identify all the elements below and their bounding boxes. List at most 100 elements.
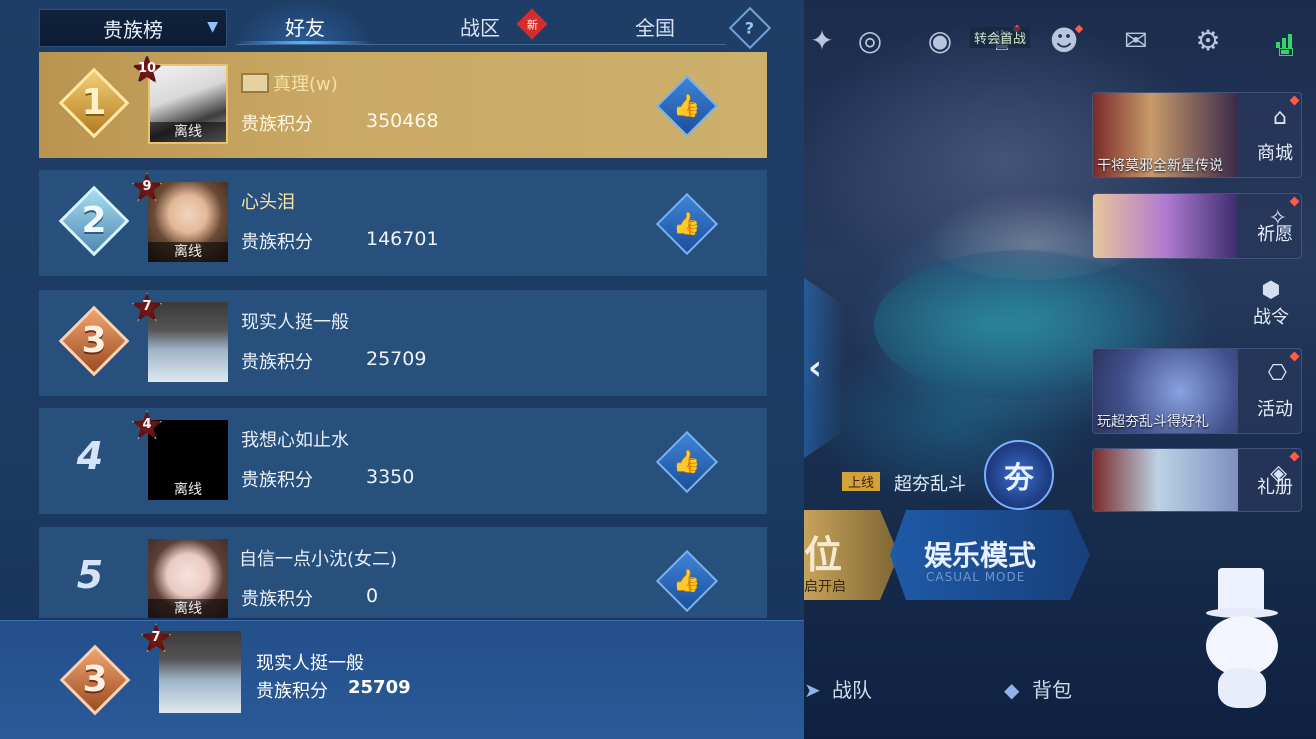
promo-label: 商城 <box>1257 143 1293 164</box>
bag-label: 背包 <box>1032 678 1072 702</box>
ranked-title: 位 <box>804 533 843 577</box>
promo-shop[interactable]: ⌂ 商城 干将莫邪全新星传说 <box>1092 92 1302 178</box>
player-name: 我想心如止水 <box>241 430 349 451</box>
transfer-tag: 转会首战 <box>970 27 1031 48</box>
casual-title: 娱乐模式 <box>924 539 1037 572</box>
avatar[interactable]: 离线 <box>148 539 228 618</box>
noble-level-badge: 10 <box>127 54 167 88</box>
like-button[interactable]: 👍 <box>655 192 719 256</box>
promo-event[interactable]: ⎔ 活动 玩超夯乱斗得好礼 <box>1092 348 1302 434</box>
mode-emblem[interactable]: 夯 <box>984 440 1054 510</box>
leaderboard-tabs: 贵族榜 ▼ 好友 战区 新 全国 ? <box>0 0 804 50</box>
bag-button[interactable]: ◆ 背包 <box>1004 674 1072 703</box>
like-button[interactable]: 👍 <box>655 74 719 138</box>
target-icon[interactable]: ◎ <box>852 22 888 58</box>
help-mark: ? <box>745 18 755 38</box>
new-badge-text: 新 <box>526 18 538 31</box>
leaderboard-panel: 贵族榜 ▼ 好友 战区 新 全国 ? 1 离线 10 真理(w) 贵族积分 35… <box>0 0 804 739</box>
noble-level: 9 <box>142 179 152 194</box>
score-label: 贵族积分 <box>241 114 313 135</box>
promo-art <box>1093 449 1238 511</box>
score-label: 贵族积分 <box>241 352 313 373</box>
list-item[interactable]: 3 7 现实人挺一般 贵族积分 25709 <box>39 290 767 396</box>
rank-medal-bronze: 3 <box>59 644 131 721</box>
top-icon-bar: ✦ ◎ ◉ ♛ ☻ ✉ ⚙ 转会首战 <box>804 22 1316 62</box>
settings-gear-icon[interactable]: ⚙ <box>1190 22 1226 58</box>
list-item[interactable]: 1 离线 10 真理(w) 贵族积分 350468 👍 <box>39 52 767 158</box>
score-value: 0 <box>366 585 379 607</box>
tab-national[interactable]: 全国 <box>600 12 710 41</box>
notification-dot <box>1289 351 1300 362</box>
team-icon: ➤ <box>804 678 821 702</box>
noble-level-badge: 9 <box>127 172 167 206</box>
thumbs-up-icon: 👍 <box>673 211 701 237</box>
noble-level-badge: 7 <box>136 623 176 657</box>
score-value: 3350 <box>366 466 415 488</box>
noble-level-badge: 4 <box>127 410 167 444</box>
score-value: 25709 <box>366 348 427 370</box>
promo-label: 礼册 <box>1257 477 1293 498</box>
shop-icon: ⌂ <box>1273 105 1287 130</box>
promo-gift-book[interactable]: ◈ 礼册 <box>1092 448 1302 512</box>
rank-number: 5 <box>76 553 104 597</box>
promo-caption: 玩超夯乱斗得好礼 <box>1097 414 1209 430</box>
rank-wing-icon[interactable]: ✦ <box>804 22 840 58</box>
my-rank-row: 3 7 现实人挺一般 贵族积分 25709 <box>0 620 804 739</box>
offline-label: 离线 <box>148 242 228 262</box>
offline-label: 离线 <box>150 122 226 142</box>
leaderboard-list[interactable]: 1 离线 10 真理(w) 贵族积分 350468 👍 2 离线 9 心头泪 贵… <box>39 52 767 618</box>
player-name: 现实人挺一般 <box>241 312 349 333</box>
ranked-mode-button[interactable]: 位 启开启 <box>804 510 899 600</box>
battery-icon <box>1279 48 1293 56</box>
notification-dot <box>1289 95 1300 106</box>
list-item[interactable]: 5 离线 自信一点小沈(女二) 贵族积分 0 👍 <box>39 527 767 618</box>
score-label: 贵族积分 <box>241 589 313 610</box>
player-name: 自信一点小沈(女二) <box>239 549 398 570</box>
battle-pass-button[interactable]: ⬢ 战令 <box>1236 278 1306 338</box>
score-value: 146701 <box>366 228 439 250</box>
score-label: 贵族积分 <box>241 470 313 491</box>
promo-wish[interactable]: ✧ 祈愿 <box>1092 193 1302 259</box>
mode-name: 超夯乱斗 <box>894 474 966 495</box>
noble-level: 4 <box>142 417 152 432</box>
noble-level: 7 <box>142 299 152 314</box>
battle-pass-label: 战令 <box>1253 307 1289 328</box>
ranked-subtitle: 启开启 <box>804 579 846 595</box>
tab-friends[interactable]: 好友 <box>240 12 370 41</box>
rank-number: 3 <box>82 659 108 700</box>
noble-level: 10 <box>137 61 157 76</box>
mail-icon[interactable]: ✉ <box>1118 22 1154 58</box>
chevron-down-icon: ▼ <box>207 19 218 35</box>
collapse-panel-arrow-icon[interactable]: ‹ <box>804 278 844 458</box>
like-button[interactable]: 👍 <box>655 430 719 494</box>
list-item[interactable]: 4 离线 4 我想心如止水 贵族积分 3350 👍 <box>39 408 767 514</box>
rank-number: 3 <box>81 320 107 361</box>
casual-mode-button[interactable]: 娱乐模式 CASUAL MODE <box>890 510 1090 600</box>
team-button[interactable]: ➤ 战队 <box>804 674 872 703</box>
rank-number: 2 <box>81 200 107 241</box>
thumbs-up-icon: 👍 <box>673 568 701 594</box>
rank-number: 1 <box>81 82 107 123</box>
rank-medal-gold: 1 <box>58 67 130 144</box>
mascot-character[interactable] <box>1196 568 1296 718</box>
bag-icon: ◆ <box>1004 678 1020 702</box>
my-player-name: 现实人挺一般 <box>256 653 364 674</box>
list-item[interactable]: 2 离线 9 心头泪 贵族积分 146701 👍 <box>39 170 767 276</box>
tabs-divider <box>236 44 726 45</box>
noble-level: 7 <box>151 630 161 645</box>
like-button[interactable]: 👍 <box>655 549 719 613</box>
book-icon <box>241 73 269 93</box>
noble-level-badge: 7 <box>127 292 167 326</box>
rank-medal-silver: 2 <box>58 185 130 262</box>
my-score-value: 25709 <box>348 677 411 698</box>
player-name: 心头泪 <box>241 192 295 213</box>
battle-pass-icon: ⬢ <box>1261 278 1281 303</box>
offline-label: 离线 <box>148 599 228 618</box>
casual-subtitle: CASUAL MODE <box>926 570 1026 584</box>
dropdown-label: 贵族榜 <box>103 17 163 42</box>
help-icon[interactable]: ? <box>728 6 772 50</box>
board-type-dropdown[interactable]: 贵族榜 ▼ <box>39 9 227 47</box>
eye-icon[interactable]: ◉ <box>922 22 958 58</box>
team-label: 战队 <box>832 678 872 702</box>
friends-icon[interactable]: ☻ <box>1046 22 1084 58</box>
